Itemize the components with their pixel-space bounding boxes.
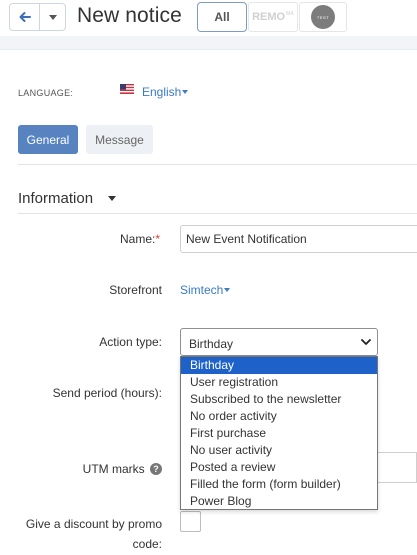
- discount-label-line1: Give a discount by promo: [25, 517, 162, 531]
- storefront-logo-test[interactable]: TEST: [299, 2, 347, 32]
- arrow-left-icon: [19, 12, 31, 22]
- test-logo-circle: TEST: [311, 5, 335, 29]
- page-title: New notice: [77, 4, 182, 27]
- test-logo-text: TEST: [316, 14, 330, 20]
- utm-input[interactable]: [378, 452, 417, 483]
- option-filled-form[interactable]: Filled the form (form builder): [181, 476, 377, 493]
- option-subscribed-newsletter[interactable]: Subscribed to the newsletter: [181, 391, 377, 408]
- utm-marks-label: UTM marks ?: [60, 462, 162, 476]
- language-label: LANGUAGE:: [18, 88, 74, 98]
- discount-label-line2: code:: [132, 537, 162, 551]
- header-separator: [0, 36, 417, 50]
- storefront-logo-remo[interactable]: REMO MA: [248, 2, 298, 32]
- back-dropdown-toggle[interactable]: [40, 4, 65, 30]
- language-caret-icon[interactable]: [182, 90, 188, 94]
- store-logo-text: REMO: [252, 11, 286, 23]
- name-label-text: Name:: [119, 232, 156, 246]
- option-no-order-activity[interactable]: No order activity: [181, 408, 377, 425]
- storefront-caret-icon[interactable]: [224, 288, 230, 292]
- option-user-registration[interactable]: User registration: [181, 374, 377, 391]
- option-posted-review[interactable]: Posted a review: [181, 459, 377, 476]
- required-mark: *: [155, 232, 160, 246]
- store-logo-sup: MA: [286, 11, 294, 17]
- top-bar: New notice All REMO MA TEST: [0, 0, 417, 36]
- storefront-selector[interactable]: Simtech: [180, 283, 223, 297]
- option-first-purchase[interactable]: First purchase: [181, 425, 377, 442]
- chevron-down-icon: [361, 339, 371, 345]
- tab-message[interactable]: Message: [86, 125, 153, 154]
- action-type-value: Birthday: [189, 337, 234, 351]
- all-storefronts-button[interactable]: All: [197, 2, 247, 32]
- send-period-label: Send period (hours):: [52, 386, 162, 400]
- option-no-user-activity[interactable]: No user activity: [181, 442, 377, 459]
- section-divider: [18, 213, 417, 214]
- option-birthday[interactable]: Birthday: [181, 357, 377, 374]
- caret-down-icon: [48, 14, 57, 20]
- language-selector[interactable]: English: [142, 85, 181, 99]
- discount-label: Give a discount by promo code:: [14, 514, 162, 554]
- section-collapse-icon[interactable]: [108, 196, 116, 201]
- storefront-label: Storefront: [109, 283, 162, 297]
- tab-general[interactable]: General: [18, 125, 78, 154]
- back-button-group[interactable]: [9, 3, 66, 31]
- option-power-blog[interactable]: Power Blog: [181, 493, 377, 510]
- utm-label-text: UTM marks: [82, 462, 145, 476]
- name-input[interactable]: [180, 225, 417, 253]
- section-title-information[interactable]: Information: [18, 190, 93, 207]
- discount-checkbox[interactable]: [180, 511, 201, 532]
- name-label: Name:*: [90, 232, 160, 246]
- us-flag-icon: [120, 84, 134, 94]
- help-icon[interactable]: ?: [150, 463, 162, 475]
- back-button[interactable]: [10, 4, 41, 30]
- action-type-label: Action type:: [99, 335, 162, 349]
- tabs-divider: [18, 164, 417, 165]
- action-type-options: Birthday User registration Subscribed to…: [180, 356, 378, 510]
- action-type-select[interactable]: Birthday: [180, 328, 378, 356]
